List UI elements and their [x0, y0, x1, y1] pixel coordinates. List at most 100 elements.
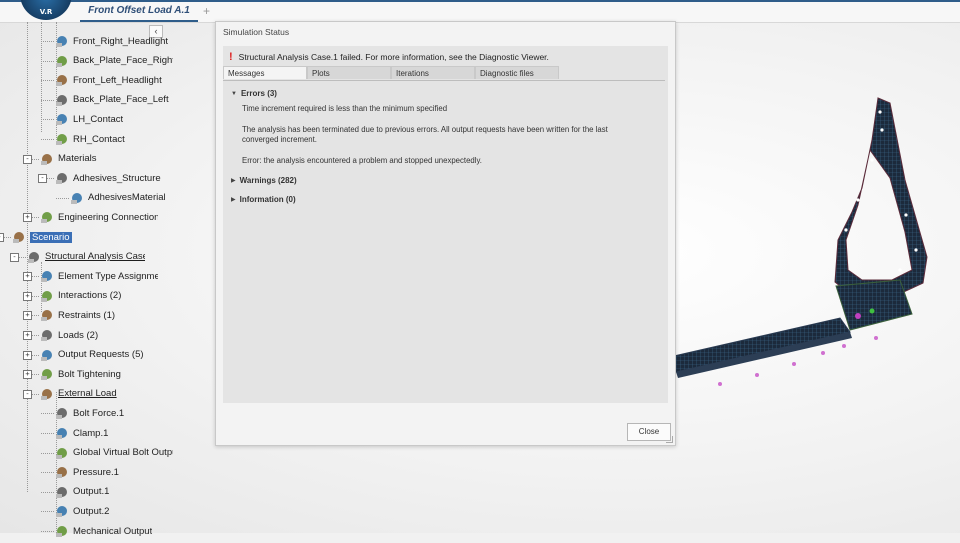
warnings-section[interactable]: ▶ Warnings (282) [231, 176, 297, 185]
tree-item[interactable]: RH_Contact [55, 130, 125, 148]
contact-icon [55, 54, 69, 68]
tab-messages[interactable]: Messages [223, 66, 307, 79]
expand-icon[interactable]: + [23, 272, 32, 282]
tree-item[interactable]: Adhesives_Structure [55, 169, 161, 187]
material-sphere-icon [55, 171, 69, 185]
errors-section[interactable]: ▼ Errors (3) [231, 89, 277, 98]
tree-item-label: Scenario [30, 231, 72, 243]
bolt-tightening-icon [40, 367, 54, 381]
error-summary-text: Structural Analysis Case.1 failed. For m… [238, 52, 549, 62]
tree-item-label: Pressure.1 [73, 466, 119, 478]
restraints-icon [40, 308, 54, 322]
tab-iterations[interactable]: Iterations [391, 66, 475, 79]
tree-item-label: Back_Plate_Face_Right [73, 55, 173, 67]
tree-item[interactable]: Global Virtual Bolt Output [55, 444, 173, 462]
tree-item[interactable]: Element Type Assignments [40, 267, 158, 285]
error-message: Time increment required is less than the… [242, 104, 448, 113]
tree-item[interactable]: Engineering Connections [40, 208, 158, 226]
expand-icon[interactable]: + [23, 370, 32, 380]
dialog-title: Simulation Status [223, 27, 290, 37]
tree-connector [41, 511, 54, 513]
tree-item-label: Loads (2) [58, 329, 99, 341]
tree-connector [41, 472, 54, 474]
material-link-icon [70, 191, 84, 205]
tree-connector [41, 139, 54, 140]
tree-item-label: Engineering Connections [58, 211, 158, 223]
collapse-icon[interactable]: - [23, 154, 32, 164]
close-button[interactable]: Close [627, 423, 671, 441]
tree-item[interactable]: Mechanical Output [55, 522, 152, 540]
expand-icon[interactable]: + [23, 331, 32, 340]
tree-item[interactable]: Loads (2) [40, 326, 98, 344]
tree-item-label: LH_Contact [73, 113, 124, 125]
tree-item[interactable]: LH_Contact [55, 110, 123, 128]
document-tab[interactable]: Front Offset Load A.1 [80, 2, 198, 22]
tree-item-label: Interactions (2) [58, 290, 122, 302]
pressure-icon [55, 465, 69, 479]
tree-item-label: Front_Right_Headlight [73, 35, 169, 47]
output-icon [55, 524, 69, 538]
new-tab-button[interactable]: + [203, 2, 210, 20]
tree-item-label: AdhesivesMaterial [88, 192, 166, 204]
simulation-status-dialog: Simulation Status ! Structural Analysis … [215, 21, 676, 446]
messages-panel: ▼ Errors (3) Time increment required is … [223, 81, 668, 403]
expanded-triangle-icon: ▼ [231, 90, 237, 97]
tree-item-label: Back_Plate_Face_Left [73, 94, 169, 106]
tab-diagnostic-files[interactable]: Diagnostic files [475, 66, 559, 79]
warnings-header: Warnings (282) [239, 176, 297, 185]
tab-plots[interactable]: Plots [307, 66, 391, 79]
tree-connector [41, 99, 54, 101]
collapse-icon[interactable]: - [23, 389, 32, 399]
contact-icon [55, 93, 69, 107]
interactions-icon [40, 289, 54, 303]
contact-icon [55, 112, 69, 126]
app-logo[interactable]: V.R [20, 0, 72, 20]
tree-connector [41, 41, 54, 42]
tree-item-label: Output.1 [73, 486, 110, 498]
information-header: Information (0) [239, 195, 296, 204]
tree-item[interactable]: Back_Plate_Face_Right [55, 52, 173, 70]
tree-item[interactable]: Output.2 [55, 502, 109, 520]
expand-icon[interactable]: + [23, 213, 32, 223]
tree-item[interactable]: Interactions (2) [40, 287, 121, 305]
tree-item[interactable]: Pressure.1 [55, 463, 119, 481]
output-requests-icon [40, 348, 54, 362]
specification-tree: ‹ Front_Right_Headlight Back_Plate_Face_R… [0, 22, 173, 537]
bolt-force-icon [55, 406, 69, 420]
tree-item-label: Global Virtual Bolt Output [73, 447, 173, 459]
tree-item-label: Front_Left_Headlight [73, 74, 162, 86]
tree-item[interactable]: Output.1 [55, 483, 109, 501]
tree-item[interactable]: AdhesivesMaterial [70, 189, 166, 207]
tree-connector [41, 452, 54, 454]
collapse-icon[interactable]: - [10, 252, 19, 262]
expand-icon[interactable]: + [23, 311, 32, 321]
tree-item[interactable]: External Load [40, 385, 117, 403]
expand-icon[interactable]: + [23, 350, 32, 360]
tree-item[interactable]: Clamp.1 [55, 424, 108, 442]
tree-item[interactable]: Back_Plate_Face_Left [55, 91, 169, 109]
tree-connector [41, 119, 54, 121]
errors-header: Errors (3) [240, 89, 277, 98]
tree-item[interactable]: Front_Left_Headlight [55, 71, 162, 89]
materials-icon [40, 152, 54, 166]
clamp-icon [55, 426, 69, 440]
error-message: Error: the analysis encountered a proble… [242, 156, 482, 165]
tree-item[interactable]: Bolt Force.1 [55, 404, 124, 422]
tree-item[interactable]: Restraints (1) [40, 306, 115, 324]
resize-grip-icon[interactable] [666, 436, 673, 443]
output-icon [55, 504, 69, 518]
dialog-tabs: Messages Plots Iterations Diagnostic fil… [223, 66, 559, 80]
tree-connector [41, 80, 54, 82]
tree-item[interactable]: Front_Right_Headlight [55, 32, 168, 50]
information-section[interactable]: ▶ Information (0) [231, 195, 296, 204]
collapse-icon[interactable]: - [38, 174, 47, 184]
tree-item[interactable]: Scenario [12, 228, 72, 246]
collapse-icon[interactable]: - [0, 233, 4, 242]
tree-item-label: Output.2 [73, 505, 110, 517]
tree-item[interactable]: Output Requests (5) [40, 346, 144, 364]
tree-item-label: External Load [58, 388, 117, 400]
tree-item[interactable]: Structural Analysis Case.1 [27, 248, 145, 266]
tree-item[interactable]: Bolt Tightening [40, 365, 121, 383]
expand-icon[interactable]: + [23, 291, 32, 301]
tree-item[interactable]: Materials [40, 150, 97, 168]
